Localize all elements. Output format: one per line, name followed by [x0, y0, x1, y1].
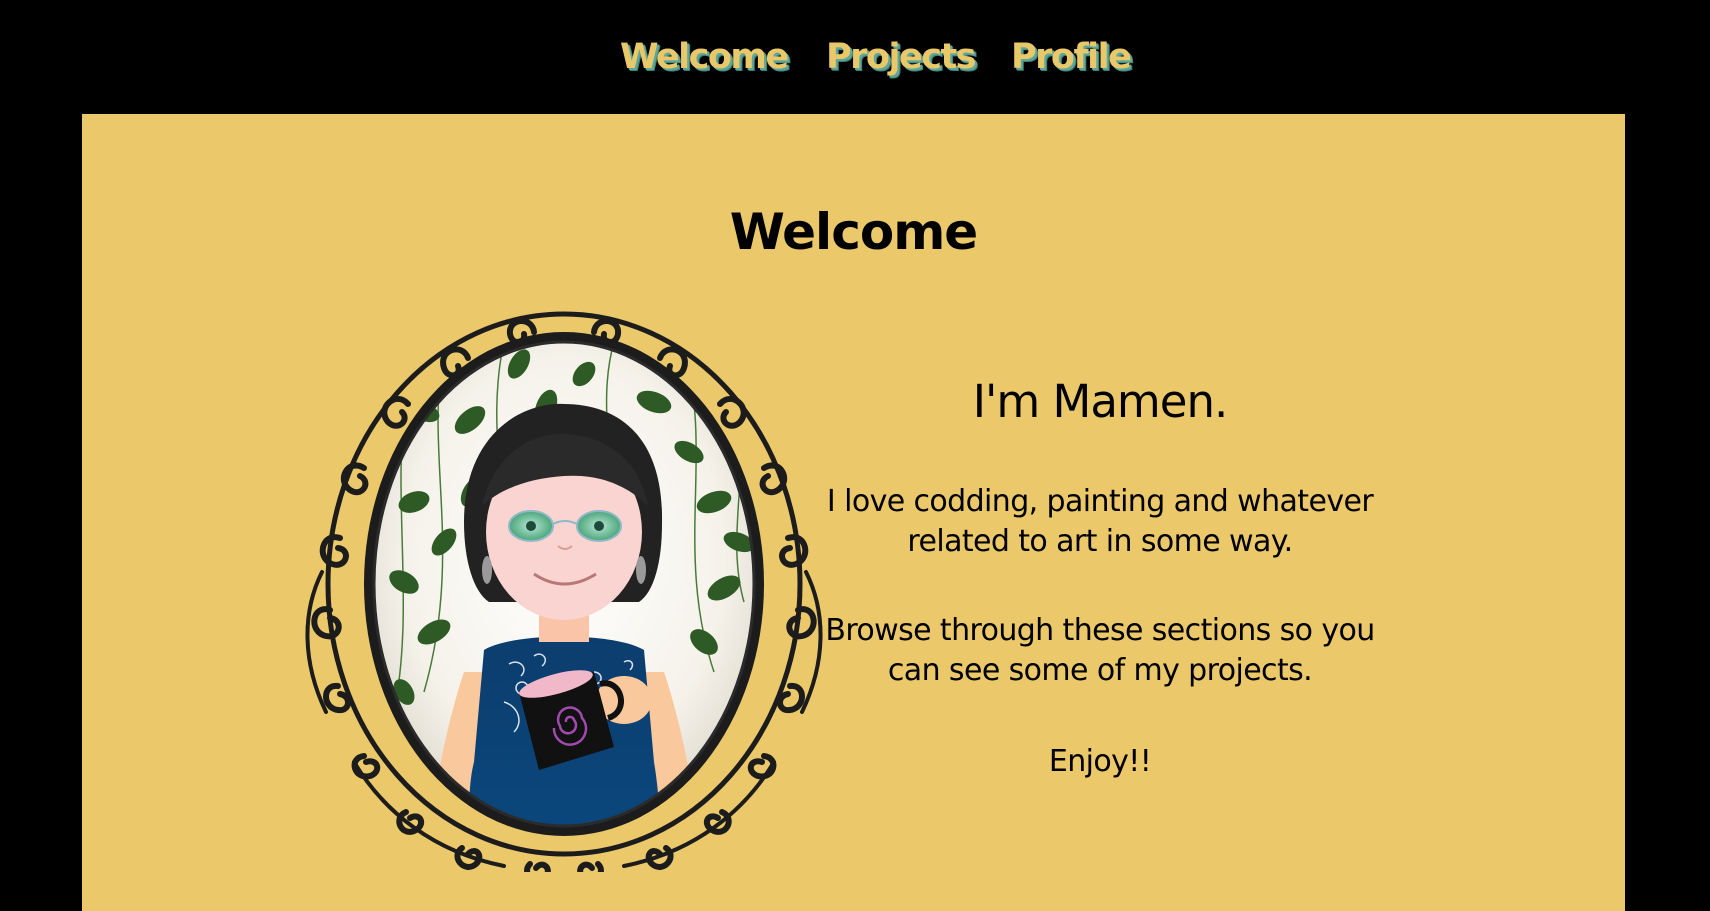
intro-paragraph-art: I love codding, painting and whatever re…: [826, 484, 1374, 559]
avatar-portrait: [294, 292, 834, 884]
page-title: Welcome: [729, 203, 978, 261]
welcome-panel: Welcome I'm Mamen. I love codding, paint…: [82, 114, 1625, 911]
nav-projects-link[interactable]: Projects: [826, 32, 977, 82]
nav-welcome-link[interactable]: Welcome: [620, 32, 789, 82]
intro-paragraph-enjoy: Enjoy!!: [1048, 744, 1152, 779]
top-nav: Welcome Projects Profile: [0, 0, 1710, 114]
portrait-illustration: [305, 311, 823, 884]
nav-profile-link[interactable]: Profile: [1011, 32, 1132, 82]
intro-paragraph-projects: Browse through these sections so you can…: [825, 613, 1375, 688]
intro-section: I'm Mamen. I love codding, painting and …: [820, 372, 1380, 782]
intro-heading: I'm Mamen.: [972, 375, 1229, 428]
